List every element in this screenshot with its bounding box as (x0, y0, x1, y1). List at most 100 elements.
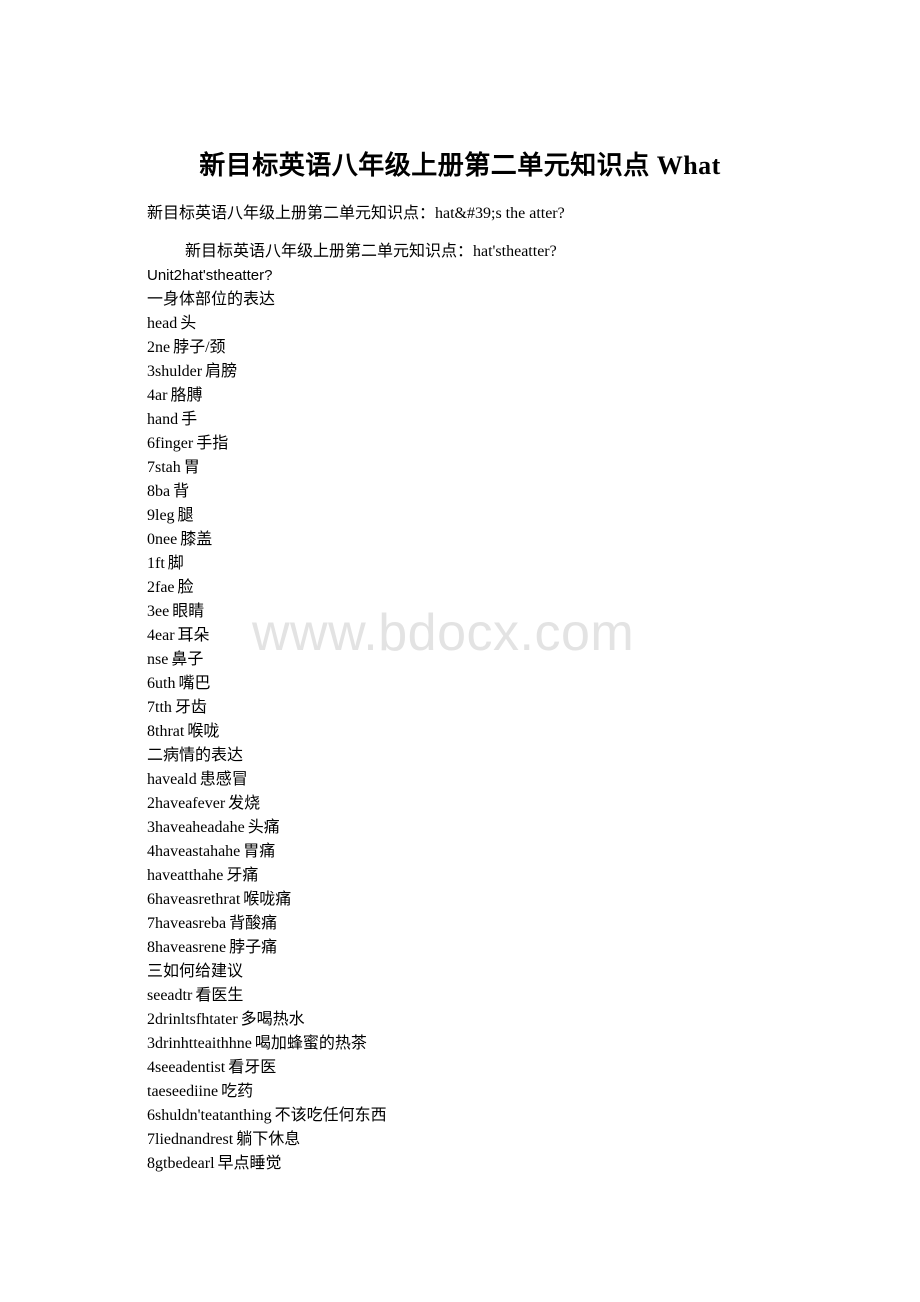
vocab-chinese: 嘴巴 (178, 675, 211, 692)
vocab-item: 4ear 耳朵 (147, 624, 847, 648)
vocab-item: 8ba 背 (147, 480, 847, 504)
vocab-item: 6uth 嘴巴 (147, 672, 847, 696)
vocab-chinese: 喝加蜂蜜的热茶 (254, 1035, 367, 1052)
vocab-english: 7liednandrest (147, 1131, 234, 1148)
vocab-item: 8haveasrene 脖子痛 (147, 936, 847, 960)
unit-line: Unit2hat'stheatter? (147, 267, 273, 284)
vocab-chinese: 腿 (177, 507, 194, 524)
vocab-english: 6finger (147, 435, 194, 452)
intro-line: 新目标英语八年级上册第二单元知识点：hat'stheatter? (185, 243, 557, 260)
vocab-item: 3ee 眼睛 (147, 600, 847, 624)
vocab-english: seeadtr (147, 987, 193, 1004)
vocab-english: 8haveasrene (147, 939, 227, 956)
vocab-chinese: 背 (173, 483, 190, 500)
vocab-english: 2haveafever (147, 795, 226, 812)
vocab-item: 4ar 胳膊 (147, 384, 847, 408)
vocab-english: hand (147, 411, 179, 428)
vocab-item: 4seeadentist 看牙医 (147, 1056, 847, 1080)
vocab-english: nse (147, 651, 169, 668)
document-subtitle: 新目标英语八年级上册第二单元知识点：hat&#39;s the atter? (147, 205, 565, 222)
vocab-item: 3shulder 肩膀 (147, 360, 847, 384)
vocab-item: 7haveasreba 背酸痛 (147, 912, 847, 936)
vocab-chinese: 看医生 (195, 987, 244, 1004)
vocab-english: 7stah (147, 459, 181, 476)
vocab-chinese: 看牙医 (228, 1059, 277, 1076)
vocab-item: 6haveasrethrat 喉咙痛 (147, 888, 847, 912)
vocab-english: 6haveasrethrat (147, 891, 241, 908)
vocab-english: 9leg (147, 507, 175, 524)
vocab-english: 4ear (147, 627, 175, 644)
vocab-item: head 头 (147, 312, 847, 336)
vocab-item: nse 鼻子 (147, 648, 847, 672)
vocab-item: 9leg 腿 (147, 504, 847, 528)
vocab-english: 1ft (147, 555, 165, 572)
vocab-english: 2fae (147, 579, 175, 596)
vocab-chinese: 喉咙痛 (243, 891, 292, 908)
vocab-chinese: 鼻子 (171, 651, 204, 668)
vocab-chinese: 手 (181, 411, 198, 428)
vocab-chinese: 头痛 (247, 819, 280, 836)
vocab-item: hand 手 (147, 408, 847, 432)
vocab-english: 4ar (147, 387, 168, 404)
vocab-chinese: 胳膊 (170, 387, 203, 404)
vocab-chinese: 耳朵 (177, 627, 210, 644)
vocab-english: 8gtbedearl (147, 1155, 215, 1172)
vocab-chinese: 早点睡觉 (217, 1155, 282, 1172)
vocab-item: haveatthahe 牙痛 (147, 864, 847, 888)
vocab-item: 2fae 脸 (147, 576, 847, 600)
vocab-english: haveatthahe (147, 867, 224, 884)
vocab-chinese: 眼睛 (172, 603, 205, 620)
vocab-item: 7stah 胃 (147, 456, 847, 480)
vocab-english: 3drinhtteaithhne (147, 1035, 252, 1052)
vocab-english: 7haveasreba (147, 915, 227, 932)
page-title: 新目标英语八年级上册第二单元知识点 What (199, 151, 721, 180)
vocab-english: 2drinltsfhtater (147, 1011, 238, 1028)
vocab-english: 0nee (147, 531, 178, 548)
vocab-item: 8thrat 喉咙 (147, 720, 847, 744)
vocab-item: 2drinltsfhtater 多喝热水 (147, 1008, 847, 1032)
vocab-chinese: 躺下休息 (236, 1131, 301, 1148)
vocab-english: 8ba (147, 483, 171, 500)
vocab-item: 2ne 脖子/颈 (147, 336, 847, 360)
vocab-english: head (147, 315, 178, 332)
vocab-english: 4seeadentist (147, 1059, 226, 1076)
vocab-item: 3haveaheadahe 头痛 (147, 816, 847, 840)
vocab-english: 4haveastahahe (147, 843, 241, 860)
vocab-chinese: 肩膀 (205, 363, 238, 380)
vocab-english: 6shuldn'teatanthing (147, 1107, 272, 1124)
vocab-chinese: 脖子/颈 (173, 339, 226, 356)
vocab-chinese: 头 (180, 315, 197, 332)
vocab-english: taeseediine (147, 1083, 219, 1100)
vocab-chinese: 手指 (196, 435, 229, 452)
vocab-item: 6finger 手指 (147, 432, 847, 456)
vocab-chinese: 喉咙 (187, 723, 220, 740)
vocab-chinese: 脚 (167, 555, 184, 572)
vocab-english: 7tth (147, 699, 172, 716)
vocab-item: 7liednandrest 躺下休息 (147, 1128, 847, 1152)
vocab-english: 8thrat (147, 723, 185, 740)
sections-container: 一身体部位的表达 head 头 2ne 脖子/颈 3shulder 肩膀 4ar 胳膊 hand 手… (147, 288, 847, 1176)
vocab-item: 4haveastahahe 胃痛 (147, 840, 847, 864)
vocab-chinese: 背酸痛 (229, 915, 278, 932)
vocab-chinese: 牙痛 (226, 867, 259, 884)
vocab-chinese: 牙齿 (174, 699, 207, 716)
vocab-item: 0nee 膝盖 (147, 528, 847, 552)
vocab-item: 3drinhtteaithhne 喝加蜂蜜的热茶 (147, 1032, 847, 1056)
section-heading: 三如何给建议 (147, 963, 244, 980)
vocab-item: taeseediine 吃药 (147, 1080, 847, 1104)
vocab-item: 1ft 脚 (147, 552, 847, 576)
vocab-chinese: 膝盖 (180, 531, 213, 548)
vocab-english: 6uth (147, 675, 176, 692)
vocab-chinese: 脸 (177, 579, 194, 596)
vocab-item: haveald 患感冒 (147, 768, 847, 792)
section-heading: 二病情的表达 (147, 747, 244, 764)
vocab-chinese: 多喝热水 (240, 1011, 305, 1028)
vocab-item: 2haveafever 发烧 (147, 792, 847, 816)
vocab-item: seeadtr 看医生 (147, 984, 847, 1008)
vocab-item: 7tth 牙齿 (147, 696, 847, 720)
vocab-chinese: 胃 (183, 459, 200, 476)
vocab-item: 8gtbedearl 早点睡觉 (147, 1152, 847, 1176)
vocab-english: 3shulder (147, 363, 203, 380)
vocab-chinese: 脖子痛 (229, 939, 278, 956)
section-heading: 一身体部位的表达 (147, 291, 276, 308)
